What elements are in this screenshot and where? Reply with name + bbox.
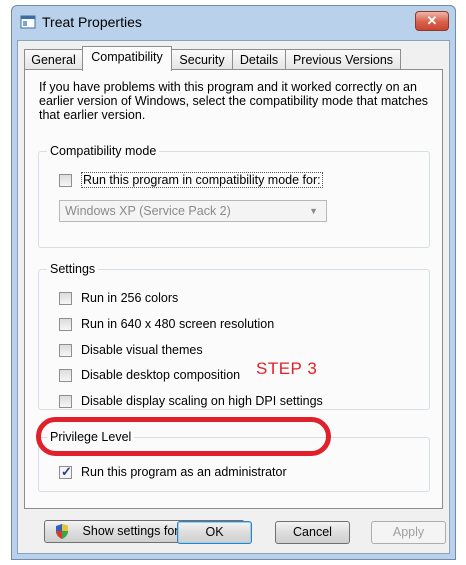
- compatibility-mode-checkbox[interactable]: [59, 174, 72, 187]
- settings-legend: Settings: [47, 262, 99, 276]
- compatibility-mode-select[interactable]: Windows XP (Service Pack 2) ▼: [59, 200, 327, 222]
- settings-group: Settings Run in 256 colors Run in 640 x …: [38, 262, 430, 411]
- setting-label: Run in 256 colors: [81, 291, 179, 305]
- close-button[interactable]: ✕: [415, 11, 449, 31]
- window-title: Treat Properties: [42, 14, 142, 30]
- tab-security[interactable]: Security: [171, 49, 233, 70]
- ok-button[interactable]: OK: [177, 521, 252, 544]
- dialog-body: General Compatibility Security Details P…: [17, 40, 450, 554]
- intro-text: If you have problems with this program a…: [39, 80, 429, 122]
- setting-checkbox[interactable]: [59, 344, 72, 357]
- step-annotation-label: STEP 3: [256, 359, 318, 378]
- checkmark-icon: ✓: [61, 464, 72, 479]
- step-highlight-ellipse: [36, 417, 331, 456]
- run-as-admin-checkbox[interactable]: ✓: [59, 464, 72, 479]
- compatibility-mode-legend: Compatibility mode: [47, 144, 160, 158]
- compatibility-mode-select-value: Windows XP (Service Pack 2): [65, 204, 231, 218]
- chevron-down-icon: ▼: [309, 206, 318, 216]
- shield-icon: [56, 524, 68, 539]
- compatibility-mode-checkbox-row[interactable]: Run this program in compatibility mode f…: [59, 172, 349, 190]
- setting-row[interactable]: Run in 640 x 480 screen resolution: [59, 317, 319, 334]
- run-as-admin-row[interactable]: ✓ Run this program as an administrator: [59, 464, 319, 482]
- close-icon: ✕: [426, 13, 438, 28]
- setting-row[interactable]: Disable visual themes: [59, 343, 259, 360]
- setting-checkbox[interactable]: [59, 292, 72, 305]
- setting-label: Disable desktop composition: [81, 368, 241, 382]
- compatibility-mode-label: Run this program in compatibility mode f…: [81, 172, 323, 188]
- run-as-admin-label: Run this program as an administrator: [81, 465, 287, 479]
- setting-checkbox[interactable]: [59, 369, 72, 382]
- setting-label: Run in 640 x 480 screen resolution: [81, 317, 275, 331]
- app-icon: [20, 15, 36, 29]
- setting-checkbox[interactable]: [59, 395, 72, 408]
- tab-general[interactable]: General: [24, 49, 83, 70]
- setting-checkbox[interactable]: [59, 318, 72, 331]
- tab-compatibility[interactable]: Compatibility: [82, 46, 172, 71]
- cancel-button[interactable]: Cancel: [275, 521, 350, 544]
- title-bar[interactable]: Treat Properties ✕: [12, 6, 455, 40]
- properties-window: Treat Properties ✕ General Compatibility…: [11, 5, 456, 560]
- setting-row[interactable]: Disable desktop composition: [59, 368, 279, 385]
- setting-row[interactable]: Disable display scaling on high DPI sett…: [59, 394, 369, 411]
- setting-row[interactable]: Run in 256 colors: [59, 291, 259, 308]
- setting-label: Disable display scaling on high DPI sett…: [81, 394, 323, 408]
- tab-previous-versions[interactable]: Previous Versions: [285, 49, 401, 70]
- setting-label: Disable visual themes: [81, 343, 203, 357]
- tab-details[interactable]: Details: [232, 49, 286, 70]
- apply-button[interactable]: Apply: [371, 521, 446, 544]
- compatibility-mode-group: Compatibility mode Run this program in c…: [38, 144, 430, 248]
